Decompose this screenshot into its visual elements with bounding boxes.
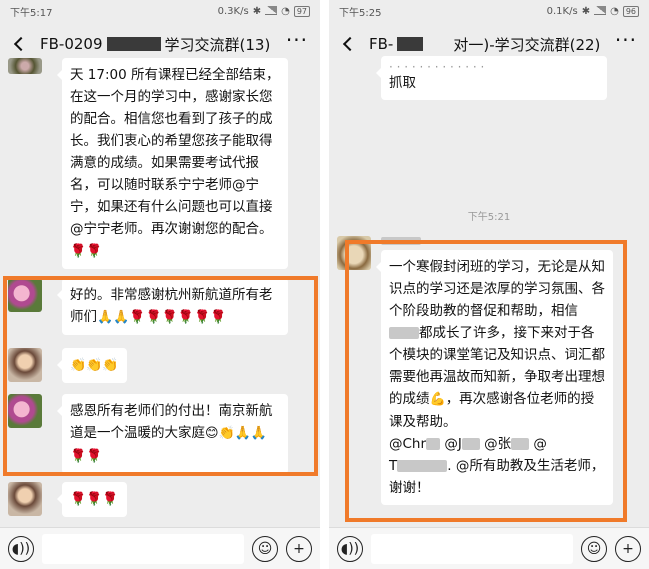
list-item: 🌹🌹🌹 <box>8 482 127 517</box>
message-bubble[interactable]: 天 17:00 所有课程已经全部结束，在这一个月的学习中，感谢家长您的配合。相信… <box>57 58 288 269</box>
redacted-name <box>389 327 419 339</box>
bluetooth-icon: ✱ <box>581 5 591 17</box>
wifi-icon: ◔ <box>281 5 290 17</box>
message-bubble[interactable]: 一个寒假封闭班的学习，无论是从知识点的学习还是浓厚的学习氛围、各个阶段助教的督促… <box>376 250 613 505</box>
redacted-block <box>106 37 161 51</box>
left-chat-screen: 下午5:17 0.3K/s ✱ ◔ 97 FB-0209 学习交流群(13) ·… <box>0 0 320 569</box>
message-list: · · · · · · · · · · · · · 抓取 下午5:21 一个寒假… <box>329 56 649 527</box>
input-bar: ◖)) ☺ + <box>329 527 649 569</box>
list-item: · · · · · · · · · · · · · 抓取 <box>376 56 607 100</box>
message-timestamp: 下午5:21 <box>467 212 511 223</box>
input-bar: ◖)) ☺ + <box>0 527 320 569</box>
wifi-icon: ◔ <box>610 5 619 17</box>
more-options-icon[interactable]: ··· <box>286 30 308 53</box>
message-input[interactable] <box>371 533 573 564</box>
list-item: 天 17:00 所有课程已经全部结束，在这一个月的学习中，感谢家长您的配合。相信… <box>8 58 288 269</box>
signal-icon <box>594 6 607 15</box>
voice-icon[interactable]: ◖)) <box>337 535 363 562</box>
status-time: 下午5:25 <box>339 7 382 19</box>
voice-icon[interactable]: ◖)) <box>8 535 34 562</box>
right-chat-screen: 下午5:25 0.1K/s ✱ ◔ 96 FB- 对一)-学习交流群(22) ·… <box>329 0 649 569</box>
avatar[interactable] <box>8 394 42 428</box>
message-bubble[interactable]: · · · · · · · · · · · · · 抓取 <box>376 56 607 100</box>
avatar[interactable] <box>8 58 42 74</box>
list-item: 一个寒假封闭班的学习，无论是从知识点的学习还是浓厚的学习氛围、各个阶段助教的督促… <box>337 236 613 505</box>
list-item: 👏👏👏 <box>8 348 127 383</box>
chat-title: FB-0209 学习交流群(13) <box>40 35 271 54</box>
more-options-icon[interactable]: ··· <box>615 30 637 53</box>
network-speed: 0.3K/s <box>217 5 249 17</box>
avatar[interactable] <box>8 348 42 382</box>
redacted-block <box>397 37 424 51</box>
list-item: 感恩所有老师们的付出！南京新航道是一个温暖的大家庭😊👏🙏🙏🌹🌹 <box>8 394 288 474</box>
status-bar: 下午5:17 0.3K/s ✱ ◔ 97 <box>0 0 320 22</box>
message-input[interactable] <box>42 533 244 564</box>
avatar[interactable] <box>8 278 42 312</box>
signal-icon <box>265 6 278 15</box>
sender-nickname <box>381 236 613 248</box>
list-item: 好的。非常感谢杭州新航道所有老师们🙏🙏🌹🌹🌹🌹🌹🌹 <box>8 278 288 335</box>
back-icon[interactable] <box>342 36 358 52</box>
network-speed: 0.1K/s <box>546 5 578 17</box>
battery-icon: 97 <box>293 5 310 17</box>
plus-icon[interactable]: + <box>615 535 641 562</box>
back-icon[interactable] <box>13 36 29 52</box>
avatar[interactable] <box>8 482 42 516</box>
message-bubble[interactable]: 感恩所有老师们的付出！南京新航道是一个温暖的大家庭😊👏🙏🙏🌹🌹 <box>57 394 288 474</box>
battery-icon: 96 <box>622 5 639 17</box>
message-bubble[interactable]: 🌹🌹🌹 <box>57 482 127 517</box>
chat-title: FB- 对一)-学习交流群(22) <box>369 35 601 54</box>
status-bar: 下午5:25 0.1K/s ✱ ◔ 96 <box>329 0 649 22</box>
emoji-icon[interactable]: ☺ <box>581 535 607 562</box>
message-bubble[interactable]: 👏👏👏 <box>57 348 127 383</box>
plus-icon[interactable]: + <box>286 535 312 562</box>
status-time: 下午5:17 <box>10 7 53 19</box>
bluetooth-icon: ✱ <box>252 5 262 17</box>
emoji-icon[interactable]: ☺ <box>252 535 278 562</box>
avatar[interactable] <box>337 236 371 270</box>
message-list: 天 17:00 所有课程已经全部结束，在这一个月的学习中，感谢家长您的配合。相信… <box>0 58 320 527</box>
message-bubble[interactable]: 好的。非常感谢杭州新航道所有老师们🙏🙏🌹🌹🌹🌹🌹🌹 <box>57 278 288 335</box>
